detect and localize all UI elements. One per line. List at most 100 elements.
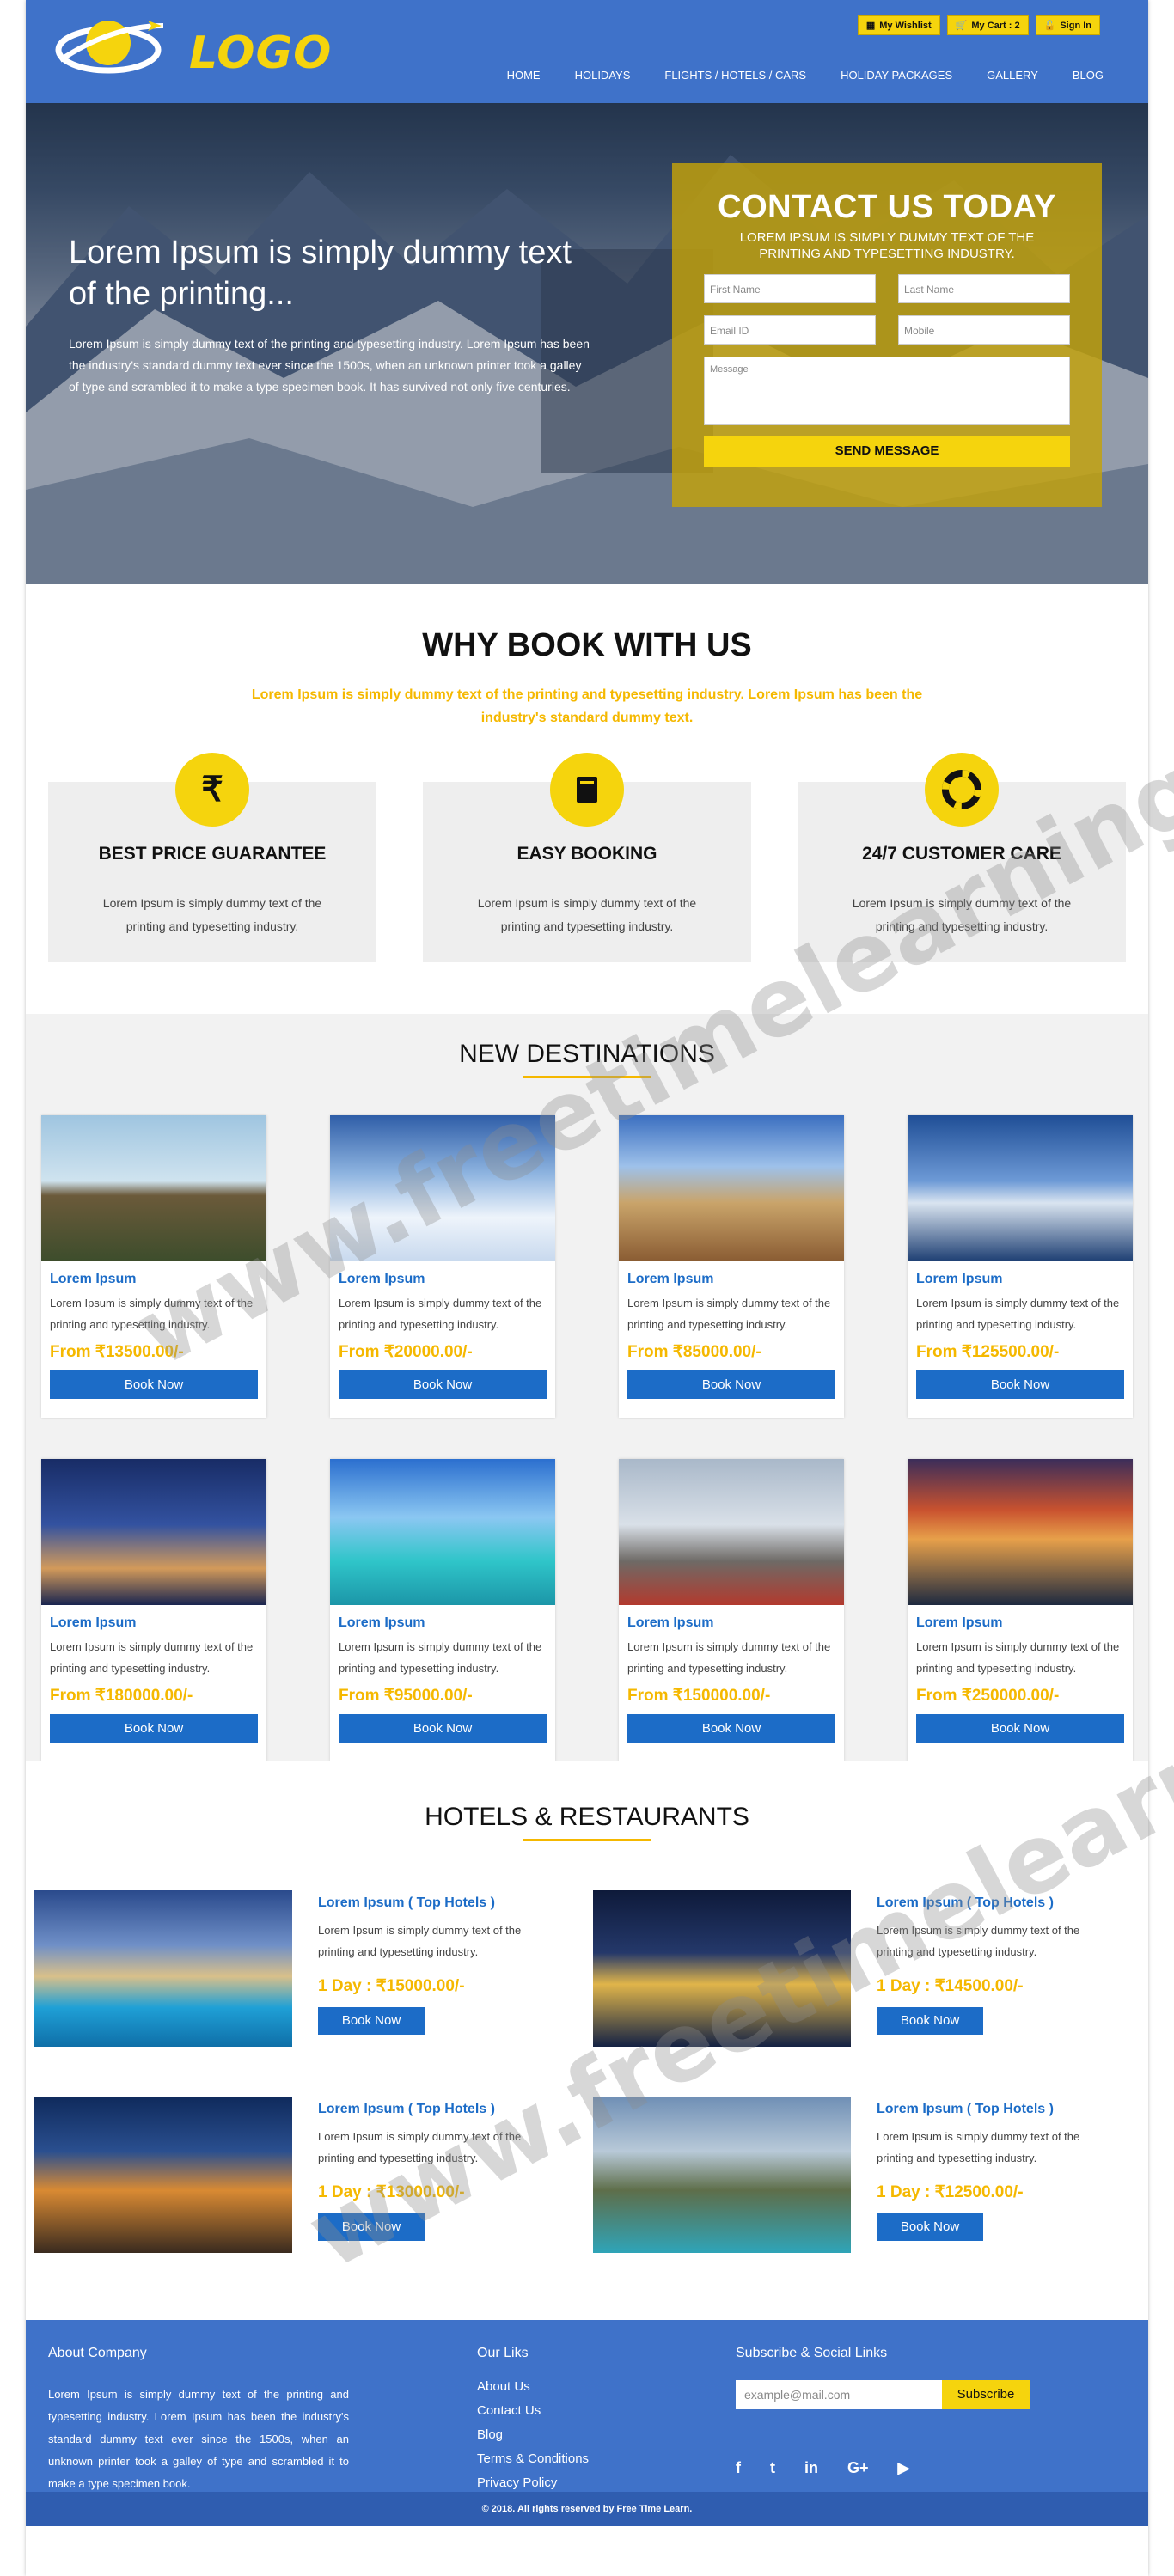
destination-text: Lorem Ipsum is simply dummy text of the …	[916, 1297, 1120, 1331]
hotel-item: Lorem Ipsum ( Top Hotels ) Lorem Ipsum is…	[593, 2097, 1143, 2253]
hotel-title[interactable]: Lorem Ipsum ( Top Hotels )	[318, 1895, 495, 1911]
linkedin-icon[interactable]: in	[804, 2459, 818, 2477]
subscribe-email-input[interactable]: example@mail.com	[736, 2380, 942, 2409]
hotel-text: Lorem Ipsum is simply dummy text of the …	[318, 1924, 522, 1958]
book-now-button[interactable]: Book Now	[627, 1370, 835, 1399]
destination-title[interactable]: Lorem Ipsum	[627, 1272, 835, 1287]
lifebuoy-icon	[925, 753, 999, 827]
destination-price: From ₹125500.00/-	[916, 1343, 1060, 1361]
book-now-button[interactable]: Book Now	[916, 1370, 1124, 1399]
cart-icon: 🛒	[955, 21, 968, 31]
destination-text: Lorem Ipsum is simply dummy text of the …	[50, 1297, 254, 1331]
message-field[interactable]: Message	[704, 357, 1070, 425]
book-now-button[interactable]: Book Now	[339, 1370, 547, 1399]
feature-best-price: ₹ BEST PRICE GUARANTEE Lorem Ipsum is si…	[48, 753, 376, 962]
youtube-icon[interactable]: ▶	[898, 2459, 910, 2477]
logo[interactable]: LOGO	[52, 9, 331, 86]
hotel-title[interactable]: Lorem Ipsum ( Top Hotels )	[318, 2102, 495, 2117]
about-title: About Company	[48, 2346, 147, 2360]
hotels-section: HOTELS & RESTAURANTS Lorem Ipsum ( Top H…	[26, 1761, 1148, 2320]
destination-card: Lorem Ipsum Lorem Ipsum is simply dummy t…	[908, 1115, 1133, 1418]
nav-holiday-packages[interactable]: HOLIDAY PACKAGES	[841, 69, 952, 82]
hotel-price: 1 Day : ₹14500.00/-	[877, 1977, 1024, 1995]
footer-link-blog[interactable]: Blog	[477, 2423, 589, 2447]
destination-title[interactable]: Lorem Ipsum	[50, 1615, 258, 1631]
book-now-button[interactable]: Book Now	[318, 2213, 425, 2241]
rupee-icon: ₹	[175, 753, 249, 827]
hotels-title: HOTELS & RESTAURANTS	[425, 1803, 749, 1831]
destination-title[interactable]: Lorem Ipsum	[916, 1615, 1124, 1631]
destination-text: Lorem Ipsum is simply dummy text of the …	[916, 1640, 1120, 1675]
hero-banner: Lorem Ipsum is simply dummy text of the …	[26, 103, 1148, 584]
twitter-icon[interactable]: t	[770, 2459, 775, 2477]
contact-subtitle: LOREM IPSUM IS SIMPLY DUMMY TEXT OF THE …	[739, 230, 1035, 261]
destination-image	[908, 1459, 1133, 1605]
hotel-item: Lorem Ipsum ( Top Hotels ) Lorem Ipsum is…	[34, 1890, 584, 2047]
copyright: © 2018. All rights reserved by Free Time…	[26, 2492, 1148, 2526]
book-now-button[interactable]: Book Now	[318, 2007, 425, 2035]
hotel-price: 1 Day : ₹12500.00/-	[877, 2183, 1024, 2201]
feature-title: EASY BOOKING	[517, 844, 657, 864]
nav-gallery[interactable]: GALLERY	[987, 69, 1038, 82]
book-now-button[interactable]: Book Now	[50, 1370, 258, 1399]
footer-link-terms[interactable]: Terms & Conditions	[477, 2447, 589, 2471]
nav-flights-hotels-cars[interactable]: FLIGHTS / HOTELS / CARS	[664, 69, 806, 82]
nav-holidays[interactable]: HOLIDAYS	[575, 69, 631, 82]
hotel-item: Lorem Ipsum ( Top Hotels ) Lorem Ipsum is…	[593, 1890, 1143, 2047]
destination-image	[330, 1459, 555, 1605]
top-buttons: ▦ My Wishlist 🛒 My Cart : 2 🔓 Sign In	[857, 15, 1100, 35]
send-message-button[interactable]: SEND MESSAGE	[704, 436, 1070, 467]
footer-links: About Us Contact Us Blog Terms & Conditi…	[477, 2375, 589, 2495]
feature-easy-booking: EASY BOOKING Lorem Ipsum is simply dummy…	[423, 753, 751, 962]
why-lead: Lorem Ipsum is simply dummy text of the …	[251, 687, 923, 725]
book-now-button[interactable]: Book Now	[877, 2007, 983, 2035]
destination-card: Lorem Ipsum Lorem Ipsum is simply dummy t…	[41, 1115, 266, 1418]
book-now-button[interactable]: Book Now	[877, 2213, 983, 2241]
footer-link-about[interactable]: About Us	[477, 2375, 589, 2399]
facebook-icon[interactable]: f	[736, 2459, 741, 2477]
sign-in-label: Sign In	[1060, 20, 1091, 31]
footer-link-contact[interactable]: Contact Us	[477, 2399, 589, 2423]
hotel-text: Lorem Ipsum is simply dummy text of the …	[318, 2130, 522, 2164]
book-now-button[interactable]: Book Now	[627, 1714, 835, 1743]
book-now-button[interactable]: Book Now	[339, 1714, 547, 1743]
book-icon	[550, 753, 624, 827]
wishlist-label: My Wishlist	[879, 20, 932, 31]
destination-title[interactable]: Lorem Ipsum	[627, 1615, 835, 1631]
destination-price: From ₹180000.00/-	[50, 1687, 193, 1705]
hero-title: Lorem Ipsum is simply dummy text of the …	[69, 235, 572, 312]
hotel-price: 1 Day : ₹15000.00/-	[318, 1977, 465, 1995]
destination-title[interactable]: Lorem Ipsum	[339, 1272, 547, 1287]
feature-title: BEST PRICE GUARANTEE	[98, 844, 327, 864]
feature-text: Lorem Ipsum is simply dummy text of the …	[102, 896, 322, 933]
subscribe-button[interactable]: Subscribe	[942, 2380, 1030, 2409]
destination-card: Lorem Ipsum Lorem Ipsum is simply dummy t…	[330, 1459, 555, 1761]
first-name-field[interactable]: First Name	[704, 274, 876, 303]
destination-title[interactable]: Lorem Ipsum	[50, 1272, 258, 1287]
wishlist-button[interactable]: ▦ My Wishlist	[857, 15, 940, 35]
destination-image	[330, 1115, 555, 1261]
email-field[interactable]: Email ID	[704, 315, 876, 345]
cart-button[interactable]: 🛒 My Cart : 2	[946, 15, 1029, 35]
destination-card: Lorem Ipsum Lorem Ipsum is simply dummy t…	[619, 1459, 844, 1761]
nav-home[interactable]: HOME	[507, 69, 541, 82]
hotel-title[interactable]: Lorem Ipsum ( Top Hotels )	[877, 1895, 1054, 1911]
destinations-section: NEW DESTINATIONS Lorem Ipsum Lorem Ipsum …	[26, 1014, 1148, 1761]
links-title: Our Liks	[477, 2346, 529, 2360]
google-plus-icon[interactable]: G+	[847, 2459, 869, 2477]
last-name-field[interactable]: Last Name	[898, 274, 1070, 303]
destinations-title: NEW DESTINATIONS	[459, 1040, 715, 1068]
feature-text: Lorem Ipsum is simply dummy text of the …	[852, 896, 1072, 933]
main-nav: HOME HOLIDAYS FLIGHTS / HOTELS / CARS HO…	[507, 69, 1104, 82]
destination-title[interactable]: Lorem Ipsum	[916, 1272, 1124, 1287]
hotel-title[interactable]: Lorem Ipsum ( Top Hotels )	[877, 2102, 1054, 2117]
destination-price: From ₹95000.00/-	[339, 1687, 473, 1705]
sign-in-button[interactable]: 🔓 Sign In	[1035, 15, 1100, 35]
destinations-underline	[523, 1076, 651, 1078]
destination-text: Lorem Ipsum is simply dummy text of the …	[339, 1297, 542, 1331]
book-now-button[interactable]: Book Now	[916, 1714, 1124, 1743]
book-now-button[interactable]: Book Now	[50, 1714, 258, 1743]
destination-title[interactable]: Lorem Ipsum	[339, 1615, 547, 1631]
nav-blog[interactable]: BLOG	[1073, 69, 1104, 82]
mobile-field[interactable]: Mobile	[898, 315, 1070, 345]
